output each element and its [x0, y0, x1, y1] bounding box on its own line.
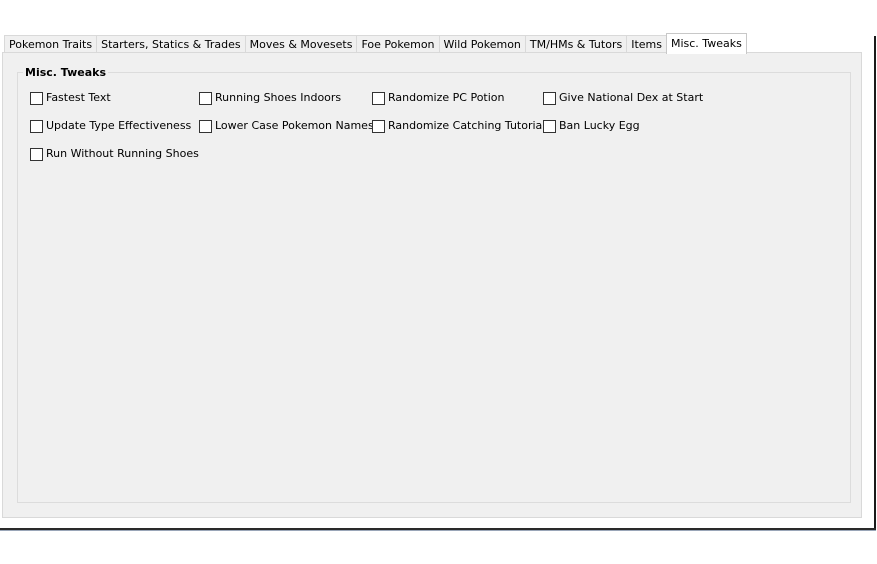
window-bottom-shadow [0, 530, 876, 531]
misc-tweaks-groupbox: Misc. Tweaks Fastest Text Running Shoes … [17, 66, 851, 503]
checkbox[interactable] [199, 91, 212, 105]
tab-moves-movesets[interactable]: Moves & Movesets [244, 35, 358, 53]
option-randomize-catching-tutorial[interactable]: Randomize Catching Tutorial [372, 118, 545, 134]
checkbox-label: Ban Lucky Egg [559, 119, 640, 132]
checkbox-label: Lower Case Pokemon Names [215, 119, 374, 132]
option-give-national-dex-at-start[interactable]: Give National Dex at Start [543, 90, 703, 106]
groupbox-title: Misc. Tweaks [23, 66, 108, 79]
checkbox-label: Fastest Text [46, 91, 111, 104]
tab-items[interactable]: Items [626, 35, 667, 53]
checkbox-label: Give National Dex at Start [559, 91, 704, 104]
option-randomize-pc-potion[interactable]: Randomize PC Potion [372, 90, 505, 106]
tab-content-panel: Misc. Tweaks Fastest Text Running Shoes … [2, 52, 862, 518]
checkbox[interactable] [30, 119, 43, 133]
checkbox[interactable] [30, 147, 43, 161]
option-running-shoes-indoors[interactable]: Running Shoes Indoors [199, 90, 341, 106]
option-update-type-effectiveness[interactable]: Update Type Effectiveness [30, 118, 191, 134]
tab-pokemon-traits[interactable]: Pokemon Traits [4, 35, 98, 53]
tab-wild-pokemon[interactable]: Wild Pokemon [438, 35, 526, 53]
checkbox-label: Update Type Effectiveness [46, 119, 192, 132]
tab-tm-hms-tutors[interactable]: TM/HMs & Tutors [524, 35, 628, 53]
checkbox[interactable] [543, 91, 556, 105]
checkbox-label: Run Without Running Shoes [46, 147, 199, 160]
checkbox[interactable] [199, 119, 212, 133]
option-fastest-text[interactable]: Fastest Text [30, 90, 111, 106]
tab-strip: Pokemon Traits Starters, Statics & Trade… [4, 33, 747, 54]
tab-foe-pokemon[interactable]: Foe Pokemon [356, 35, 440, 53]
checkbox[interactable] [372, 119, 385, 133]
checkbox[interactable] [543, 119, 556, 133]
tab-starters-statics-trades[interactable]: Starters, Statics & Trades [96, 35, 246, 53]
option-run-without-running-shoes[interactable]: Run Without Running Shoes [30, 146, 199, 162]
misc-tweaks-window: Pokemon Traits Starters, Statics & Trade… [0, 0, 877, 564]
option-lower-case-pokemon-names[interactable]: Lower Case Pokemon Names [199, 118, 374, 134]
checkbox[interactable] [372, 91, 385, 105]
checkbox-label: Running Shoes Indoors [215, 91, 342, 104]
option-ban-lucky-egg[interactable]: Ban Lucky Egg [543, 118, 640, 134]
checkbox[interactable] [30, 91, 43, 105]
checkbox-label: Randomize PC Potion [388, 91, 505, 104]
tab-misc-tweaks[interactable]: Misc. Tweaks [665, 33, 747, 54]
checkbox-label: Randomize Catching Tutorial [388, 119, 546, 132]
window-right-border [874, 36, 876, 530]
